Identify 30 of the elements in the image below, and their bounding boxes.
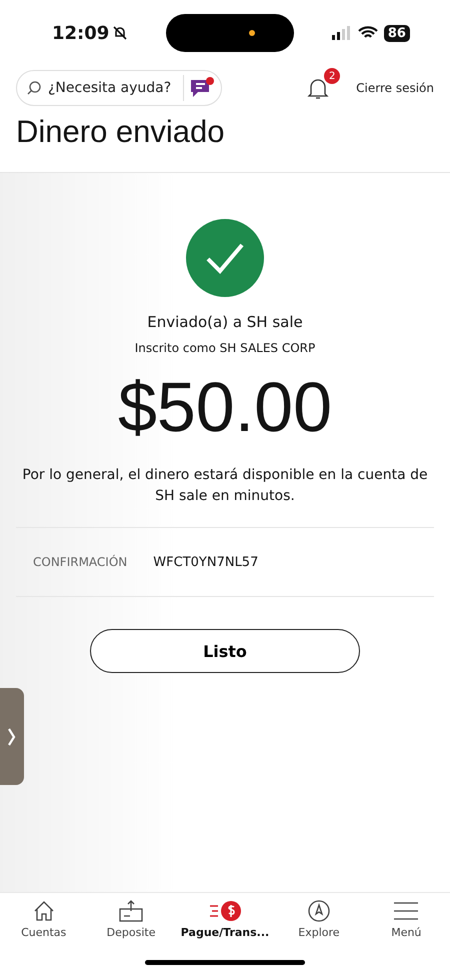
search-bar[interactable]: ¿Necesita ayuda? xyxy=(16,70,222,106)
side-drawer-handle[interactable] xyxy=(0,688,24,785)
nav-tab[interactable]: Pague/Trans... xyxy=(174,893,276,946)
availability-note: Por lo general, el dinero estará disponible en la cuenta de SH sale en minutos. xyxy=(21,466,429,506)
dollar-icon xyxy=(208,899,242,923)
confirmation-label: CONFIRMACIÓN xyxy=(33,555,128,569)
confirmation-number: WFCT0YN7NL57 xyxy=(153,554,258,570)
chevron-right-icon xyxy=(8,728,16,746)
battery-level: 86 xyxy=(384,24,410,42)
nav-tab[interactable]: Menú xyxy=(362,893,450,946)
nav-tab[interactable]: Explore xyxy=(275,893,363,946)
logout-link[interactable]: Cierre sesión xyxy=(356,81,434,95)
clock: 12:09 xyxy=(52,22,110,44)
page-title: Dinero enviado xyxy=(0,108,450,173)
nav-tab[interactable]: Cuentas xyxy=(0,893,88,946)
signal-icon xyxy=(332,26,352,40)
notification-badge: 2 xyxy=(324,68,340,84)
done-button[interactable]: Listo xyxy=(90,629,360,673)
search-icon xyxy=(27,81,41,95)
amount: $50.00 xyxy=(118,367,332,447)
search-input[interactable]: ¿Necesita ayuda? xyxy=(46,79,178,97)
enrolled-text: Inscrito como SH SALES CORP xyxy=(134,341,316,355)
recipient-text: Enviado(a) a SH sale xyxy=(147,313,303,331)
checkmark-icon xyxy=(186,219,264,297)
wifi-icon xyxy=(358,26,378,40)
chat-logo-icon[interactable] xyxy=(189,76,215,100)
upload-icon xyxy=(118,899,144,923)
nav-tab[interactable]: Deposite xyxy=(87,893,175,946)
compass-icon xyxy=(306,899,331,923)
muted-bell-icon xyxy=(113,26,128,40)
